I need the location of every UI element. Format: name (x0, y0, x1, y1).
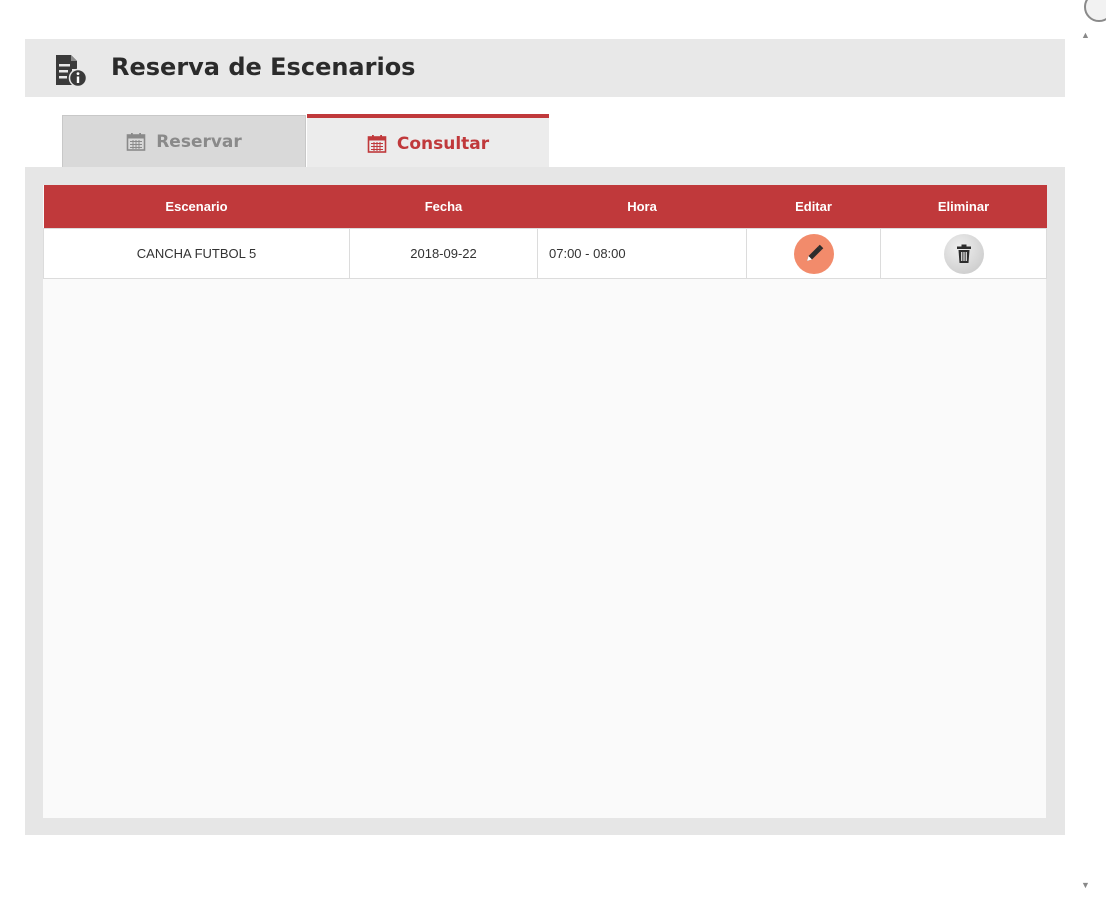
column-header-escenario: Escenario (43, 185, 350, 229)
scroll-down-arrow-icon[interactable]: ▼ (1081, 880, 1090, 890)
pencil-icon (806, 244, 823, 261)
reservations-table: Escenario Fecha Hora Editar Eliminar CAN… (43, 185, 1047, 279)
tab-consultar-label: Consultar (396, 133, 490, 154)
cell-hora: 07:00 - 08:00 (537, 228, 747, 279)
tab-reservar-label: Reservar (156, 131, 242, 152)
document-info-icon (56, 55, 87, 87)
cell-editar (746, 228, 881, 279)
page-header: Reserva de Escenarios (25, 39, 1065, 97)
trash-icon (956, 244, 971, 263)
cell-escenario: CANCHA FUTBOL 5 (43, 228, 350, 279)
table-row: CANCHA FUTBOL 5 2018-09-22 07:00 - 08:00 (43, 228, 1047, 279)
calendar-icon (126, 132, 146, 151)
table-container (43, 185, 1046, 818)
cell-fecha: 2018-09-22 (349, 228, 538, 279)
column-header-hora: Hora (537, 185, 747, 229)
scroll-up-arrow-icon[interactable]: ▲ (1081, 30, 1090, 40)
column-header-eliminar: Eliminar (880, 185, 1047, 229)
delete-button[interactable] (943, 233, 984, 274)
table-header-row: Escenario Fecha Hora Editar Eliminar (43, 185, 1047, 229)
calendar-icon (367, 134, 387, 153)
page-title: Reserva de Escenarios (111, 53, 416, 81)
tab-consultar[interactable]: Consultar (307, 114, 549, 169)
tab-reservar[interactable]: Reservar (62, 115, 306, 167)
column-header-fecha: Fecha (349, 185, 538, 229)
edit-button[interactable] (793, 233, 834, 274)
column-header-editar: Editar (746, 185, 881, 229)
corner-badge (1084, 0, 1106, 22)
cell-eliminar (880, 228, 1047, 279)
vertical-scrollbar[interactable] (1078, 28, 1094, 896)
